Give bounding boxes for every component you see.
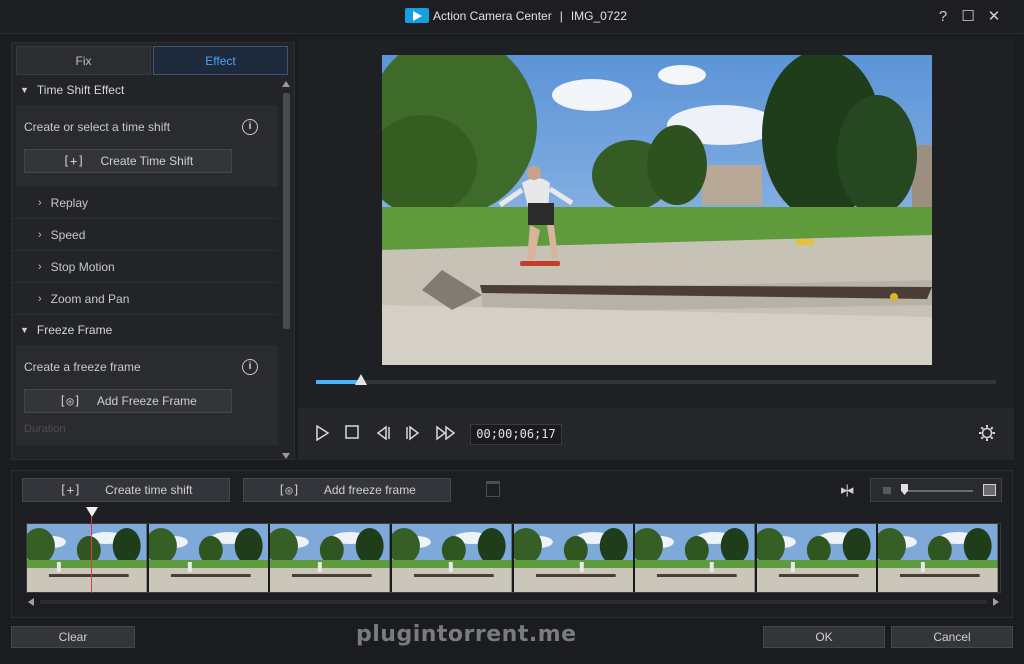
add-freeze-frame-timeline-button[interactable]: [◎] Add freeze frame [243, 478, 451, 502]
add-freeze-frame-icon: [◎] [278, 483, 300, 497]
video-preview [382, 55, 932, 365]
cancel-button[interactable]: Cancel [891, 626, 1013, 648]
scroll-thumb[interactable] [283, 93, 290, 329]
settings-gear-icon[interactable] [978, 424, 996, 447]
create-time-shift-icon: [+] [62, 154, 85, 168]
time-shift-section-header[interactable]: ▼ Time Shift Effect [12, 75, 294, 105]
freeze-frame-prompt-row: Create a freeze frame i [24, 355, 270, 379]
zoom-out-icon[interactable] [883, 487, 891, 494]
file-name: IMG_0722 [570, 8, 627, 23]
create-time-shift-label: Create Time Shift [100, 154, 194, 168]
stop-icon[interactable] [345, 425, 359, 444]
app-logo-icon [405, 8, 429, 23]
filmstrip-frame[interactable] [756, 524, 879, 592]
info-icon[interactable]: i [242, 119, 258, 135]
zoom-and-pan-label: Zoom and Pan [50, 291, 130, 306]
next-frame-icon[interactable] [404, 425, 422, 446]
scroll-down-icon[interactable] [282, 453, 290, 459]
seek-bar[interactable] [316, 374, 996, 385]
freeze-frame-section-label: Freeze Frame [36, 323, 113, 337]
zoom-slider-thumb[interactable] [901, 484, 908, 495]
create-time-shift-button[interactable]: [+] Create Time Shift [24, 149, 232, 173]
freeze-frame-prompt: Create a freeze frame [24, 360, 141, 374]
zoom-slider[interactable] [903, 490, 973, 492]
scroll-up-icon[interactable] [282, 81, 290, 87]
maximize-icon[interactable]: ☐ [959, 8, 977, 26]
time-shift-section-body: Create or select a time shift i [+] Crea… [16, 105, 278, 187]
video-frame-image [382, 55, 932, 365]
duration-label: Duration [24, 423, 66, 435]
freeze-frame-section-body: Create a freeze frame i [◎] Add Freeze F… [16, 345, 278, 445]
play-icon[interactable] [314, 424, 330, 446]
filmstrip-frame[interactable] [270, 524, 392, 592]
chevron-right-icon: › [38, 228, 42, 241]
timecode-display[interactable]: 00;00;06;17 [470, 424, 562, 445]
chevron-right-icon: › [38, 292, 42, 305]
info-icon[interactable]: i [242, 359, 258, 375]
close-icon[interactable]: ✕ [985, 8, 1003, 26]
seek-thumb[interactable] [355, 374, 367, 385]
sidebar-item-replay[interactable]: › Replay [12, 187, 278, 219]
sidebar-item-speed[interactable]: › Speed [12, 219, 278, 251]
panel-scrollbar[interactable] [282, 79, 291, 459]
time-shift-section-label: Time Shift Effect [36, 83, 125, 97]
player-controls: 00;00;06;17 [298, 408, 1014, 460]
create-time-shift-timeline-button[interactable]: [+] Create time shift [22, 478, 230, 502]
tab-effect[interactable]: Effect [153, 46, 288, 75]
chevron-right-icon: › [38, 196, 42, 209]
timeline-zoom-control [870, 478, 1002, 502]
ok-button[interactable]: OK [763, 626, 885, 648]
effects-panel: Fix Effect ▼ Time Shift Effect Create or… [11, 42, 295, 460]
replay-label: Replay [50, 195, 89, 210]
help-icon[interactable]: ? [934, 8, 952, 26]
scroll-right-icon[interactable] [993, 598, 999, 606]
freeze-frame-section-header[interactable]: ▼ Freeze Frame [12, 315, 294, 345]
filmstrip-frame[interactable] [391, 524, 514, 592]
collapse-triangle-icon: ▼ [20, 325, 29, 335]
watermark-text: plugintorrent.me [356, 622, 577, 647]
title-separator: | [559, 8, 563, 23]
sidebar-item-zoom-and-pan[interactable]: › Zoom and Pan [12, 283, 278, 315]
tab-fix[interactable]: Fix [16, 46, 151, 75]
speed-label: Speed [50, 227, 86, 242]
filmstrip-frame[interactable] [878, 524, 1000, 592]
time-shift-prompt: Create or select a time shift [24, 120, 171, 134]
filmstrip[interactable] [26, 523, 1001, 593]
scroll-left-icon[interactable] [28, 598, 34, 606]
filmstrip-frame[interactable] [27, 524, 149, 592]
trash-icon[interactable] [486, 481, 500, 497]
collapse-triangle-icon: ▼ [20, 85, 29, 95]
fit-timeline-icon[interactable]: ▸|◂ [841, 482, 854, 498]
stop-motion-label: Stop Motion [50, 259, 115, 274]
playhead-marker[interactable] [86, 507, 98, 517]
time-shift-prompt-row: Create or select a time shift i [24, 115, 270, 139]
filmstrip-frame[interactable] [513, 524, 636, 592]
add-freeze-frame-label: Add Freeze Frame [96, 394, 197, 408]
zoom-in-icon[interactable] [983, 484, 996, 496]
add-freeze-frame-icon: [◎] [59, 394, 81, 408]
clear-button[interactable]: Clear [11, 626, 135, 648]
create-time-shift-icon: [+] [59, 483, 82, 497]
timeline-scrollbar[interactable] [26, 597, 1001, 607]
window-title: Action Camera Center | IMG_0722 [405, 8, 627, 23]
chevron-right-icon: › [38, 260, 42, 273]
fast-forward-icon[interactable] [435, 425, 457, 446]
sidebar-item-stop-motion[interactable]: › Stop Motion [12, 251, 278, 283]
timeline-panel: [+] Create time shift [◎] Add freeze fra… [11, 470, 1013, 618]
create-time-shift-timeline-label: Create time shift [105, 483, 193, 497]
playhead-line [91, 517, 92, 593]
scroll-track[interactable] [40, 600, 987, 604]
prev-frame-icon[interactable] [374, 425, 392, 446]
panel-tabs: Fix Effect [12, 43, 294, 75]
preview-area [298, 38, 1014, 408]
add-freeze-frame-timeline-label: Add freeze frame [323, 483, 416, 497]
add-freeze-frame-button[interactable]: [◎] Add Freeze Frame [24, 389, 232, 413]
filmstrip-frame[interactable] [148, 524, 271, 592]
app-name: Action Camera Center [433, 8, 552, 23]
title-bar: Action Camera Center | IMG_0722 ? ☐ ✕ [0, 0, 1024, 34]
filmstrip-frame[interactable] [635, 524, 757, 592]
